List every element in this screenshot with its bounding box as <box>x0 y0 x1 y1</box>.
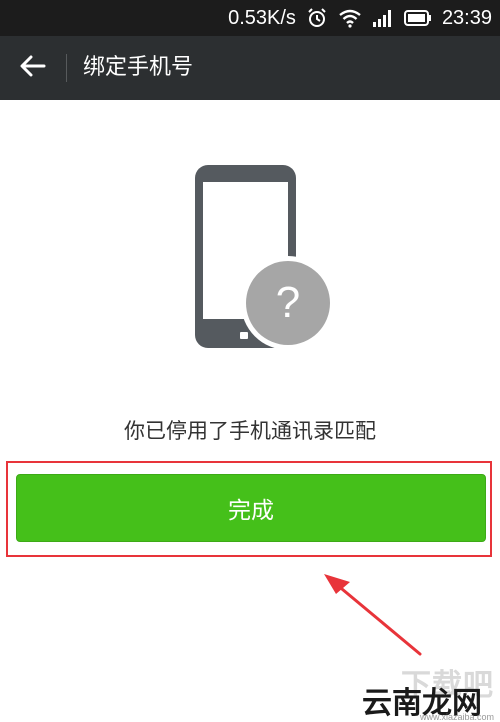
alarm-icon <box>306 7 328 29</box>
status-message: 你已停用了手机通讯录匹配 <box>124 419 376 443</box>
phone-question-icon: ? <box>190 160 340 360</box>
action-bar-divider <box>66 54 67 82</box>
action-bar: 绑定手机号 <box>0 36 500 100</box>
question-mark-badge: ? <box>275 278 301 327</box>
annotation-arrow-icon <box>324 574 422 656</box>
clock: 23:39 <box>441 6 492 29</box>
done-button[interactable]: 完成 <box>16 474 486 542</box>
wifi-icon <box>338 8 362 28</box>
back-arrow-icon <box>20 55 46 81</box>
status-bar: 0.53K/s 23:39 <box>0 0 500 36</box>
watermark-url: www.xiazaiba.com <box>419 712 494 722</box>
back-button[interactable] <box>8 44 58 92</box>
status-indicators: 0.53K/s 23:39 <box>228 0 492 36</box>
network-speed: 0.53K/s <box>228 6 296 29</box>
page-title: 绑定手机号 <box>83 55 194 80</box>
signal-icon <box>372 9 394 27</box>
battery-icon <box>403 10 432 26</box>
watermark: 下载吧 云南龙网 www.xiazaiba.com <box>360 660 500 722</box>
